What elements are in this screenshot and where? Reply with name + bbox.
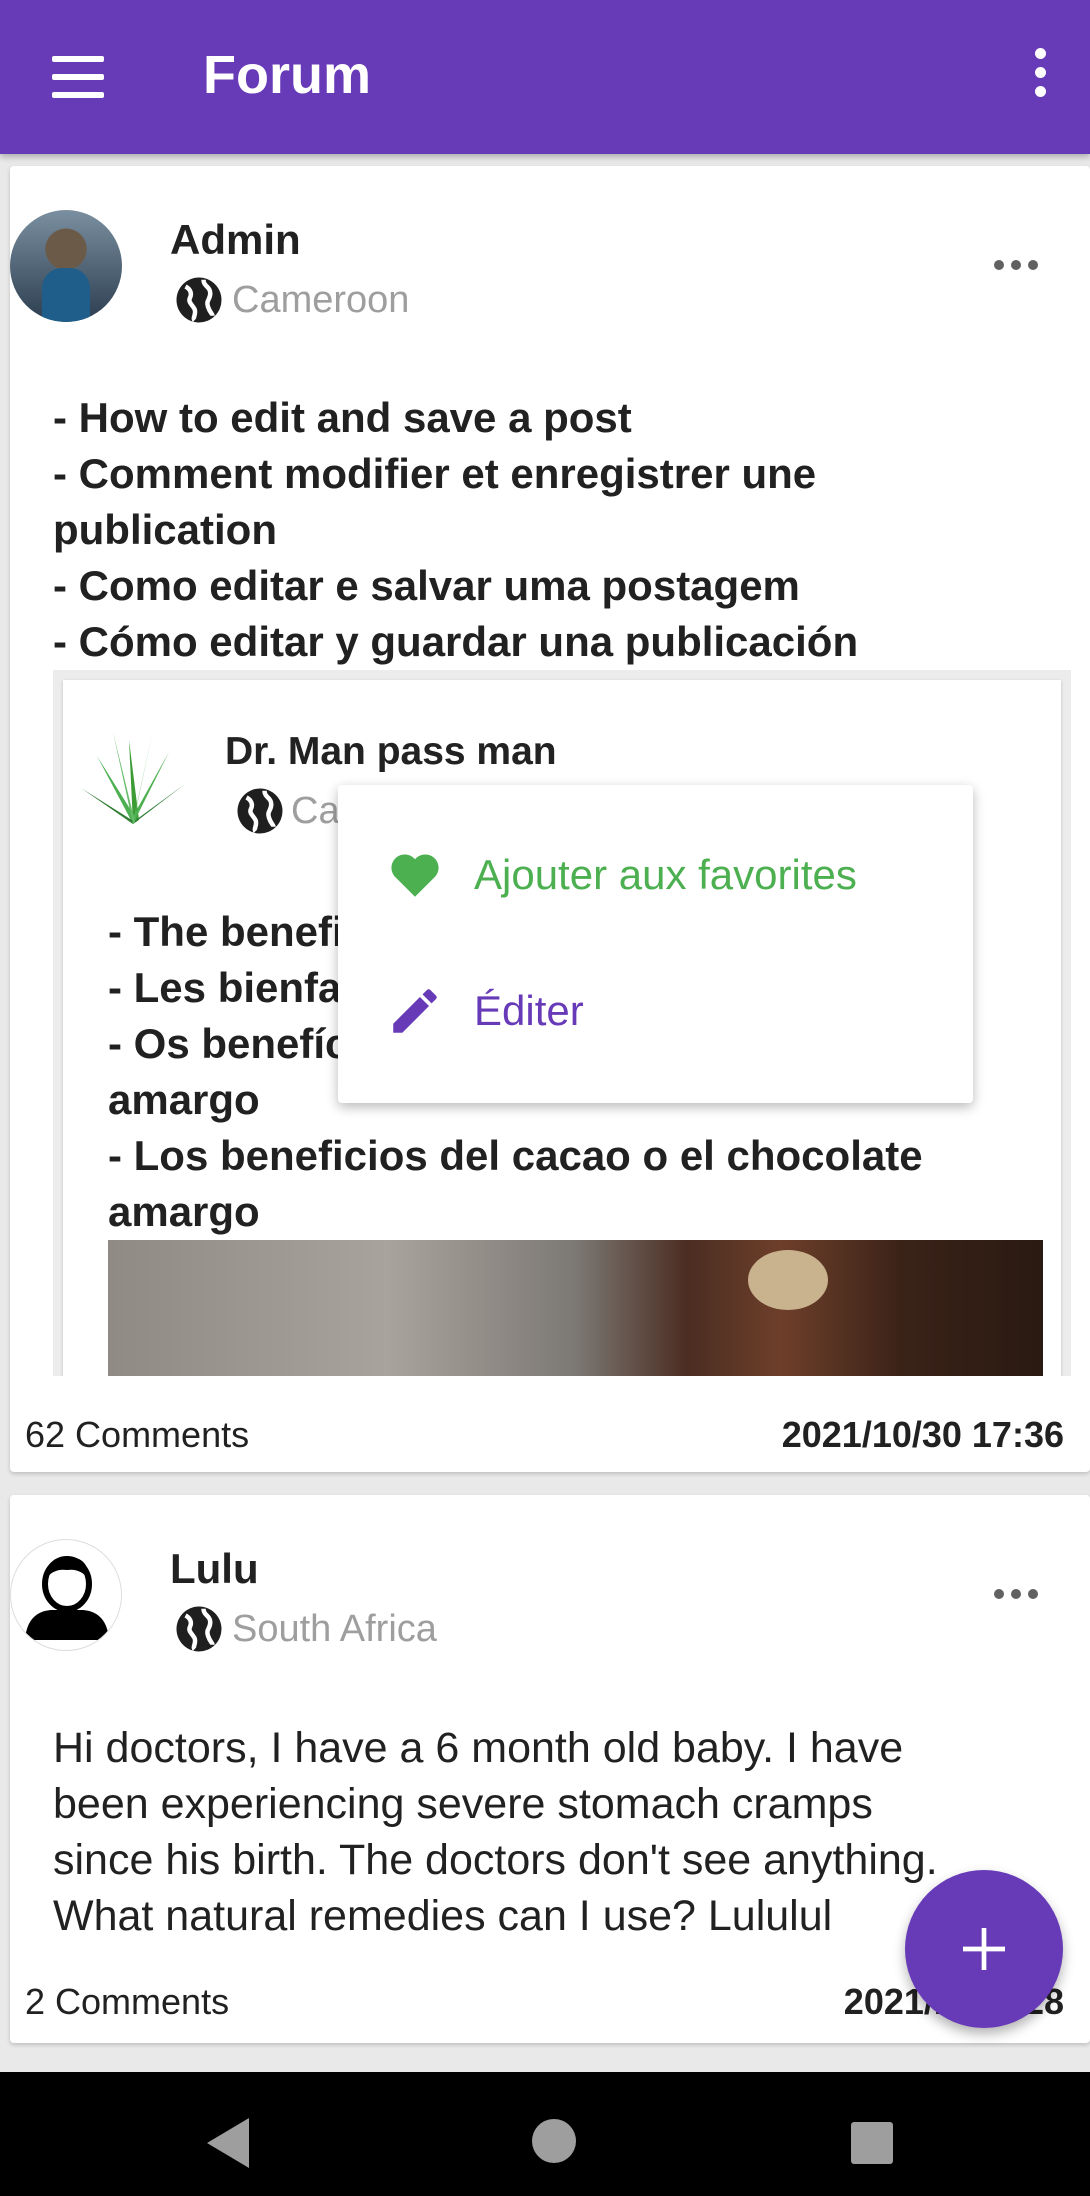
menu-item-favorite: Ajouter aux favorites (386, 835, 857, 915)
post-location: Cameroon (172, 270, 409, 330)
plus-icon (963, 1928, 1005, 1970)
post-author[interactable]: Admin (170, 216, 301, 264)
post-line: - Comment modifier et enregistrer une (53, 450, 817, 497)
menu-item-edit: Éditer (386, 971, 584, 1051)
chocolate-photo (108, 1240, 1043, 1376)
post-body: Hi doctors, I have a 6 month old baby. I… (53, 1720, 1063, 1944)
post-line: Hi doctors, I have a 6 month old baby. I… (53, 1724, 904, 1772)
page-title: Forum (203, 45, 371, 105)
avatar[interactable] (10, 1539, 122, 1651)
post-country: Cameroon (232, 278, 410, 321)
post-author[interactable]: Lulu (170, 1545, 259, 1593)
globe-icon (176, 277, 222, 323)
embedded-post-card: Dr. Man pass man Camero - The benefits -… (63, 680, 1061, 1376)
recent-apps-icon[interactable] (851, 2122, 893, 2164)
globe-icon (237, 788, 283, 834)
add-post-button[interactable] (905, 1870, 1063, 2028)
embedded-line: - Los beneficios del cacao o el chocolat… (108, 1132, 923, 1179)
post-options-icon[interactable] (994, 1589, 1038, 1599)
back-icon[interactable] (207, 2118, 249, 2168)
avatar[interactable] (10, 210, 122, 322)
globe-icon (176, 1606, 222, 1652)
post-line: - Como editar e salvar uma postagem (53, 562, 800, 609)
post-line: publication (53, 506, 277, 553)
embedded-popup-menu: Ajouter aux favorites Éditer (338, 785, 973, 1103)
post-line: - How to edit and save a post (53, 394, 632, 441)
system-navigation-bar (0, 2072, 1090, 2196)
embedded-author: Dr. Man pass man (225, 730, 557, 773)
post-country: South Africa (232, 1607, 437, 1650)
post-date: 2021/10/30 17:36 (781, 1414, 1064, 1455)
post-line: since his birth. The doctors don't see a… (53, 1836, 938, 1884)
post-card[interactable]: Admin Cameroon - How to edit and save a … (10, 166, 1090, 1472)
post-location: South Africa (172, 1599, 437, 1659)
app-bar: Forum (0, 0, 1090, 154)
post-body: - How to edit and save a post - Comment … (53, 390, 1053, 670)
embedded-line: amargo (108, 1188, 260, 1235)
menu-item-label: Ajouter aux favorites (474, 851, 857, 898)
heart-icon (391, 854, 439, 897)
post-options-icon[interactable] (994, 260, 1038, 270)
aloe-plant-icon (81, 730, 185, 824)
post-image[interactable]: Dr. Man pass man Camero - The benefits -… (53, 670, 1071, 1376)
hamburger-menu-icon[interactable] (38, 42, 118, 112)
post-line: - Cómo editar y guardar una publicación (53, 618, 859, 665)
user-silhouette-icon (25, 1556, 109, 1640)
home-icon[interactable] (532, 2119, 576, 2163)
post-line: been experiencing severe stomach cramps (53, 1780, 873, 1828)
menu-item-label: Éditer (474, 987, 584, 1034)
overflow-menu-icon[interactable] (1020, 48, 1060, 108)
comments-count[interactable]: 62 Comments (25, 1414, 249, 1456)
pencil-icon (393, 989, 437, 1033)
comments-count[interactable]: 2 Comments (25, 1981, 229, 2023)
